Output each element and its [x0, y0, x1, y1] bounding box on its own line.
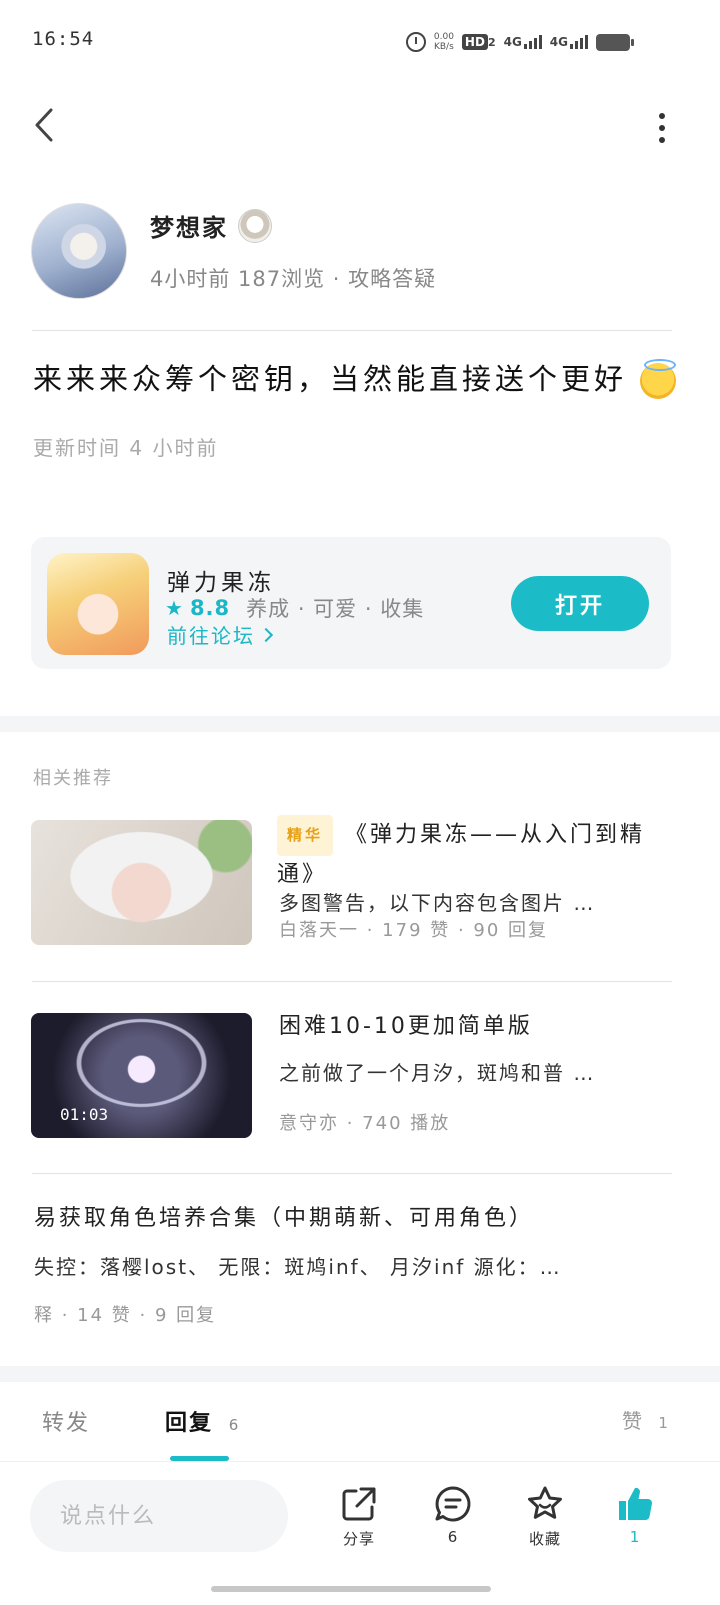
more-options-button[interactable] [650, 108, 674, 148]
favorite-button[interactable]: 收藏 [510, 1484, 580, 1549]
author-avatar[interactable] [31, 203, 127, 299]
game-icon[interactable] [47, 553, 149, 655]
comment-count: 6 [447, 1528, 459, 1546]
divider [32, 981, 672, 982]
home-indicator[interactable] [211, 1586, 491, 1592]
recommendation-snippet[interactable]: 之前做了一个月汐，斑鸠和普 … [279, 1057, 659, 1086]
author-badge-icon [238, 208, 272, 243]
post-title-text: 来来来众筹个密钥，当然能直接送个更好 [33, 362, 628, 396]
signal-icon-2: 4G [550, 35, 588, 49]
star-outline-icon [528, 1486, 562, 1519]
game-rating: ★ 8.8 养成 · 可爱 · 收集 [165, 593, 424, 623]
tab-reply-label[interactable]: 回复 [165, 1411, 213, 1436]
post-title: 来来来众筹个密钥，当然能直接送个更好 [33, 356, 677, 399]
active-tab-indicator [170, 1456, 229, 1461]
signal-bars-2 [570, 35, 588, 49]
network-speed-value: 0.00 [433, 32, 454, 42]
comment-button[interactable]: 6 [418, 1484, 488, 1546]
network-type-2: 4G [549, 35, 568, 49]
like-count: 1 [629, 1528, 641, 1546]
section-separator [0, 716, 720, 732]
game-score: 8.8 [189, 596, 231, 620]
battery-icon [596, 33, 634, 51]
reply-tabs-bar [0, 1382, 720, 1462]
section-separator [0, 1366, 720, 1382]
more-dot-icon [659, 137, 665, 143]
game-tags: 养成 · 可爱 · 收集 [246, 597, 425, 621]
tab-reply[interactable]: 回复 6 [165, 1405, 240, 1437]
back-button[interactable] [24, 100, 64, 150]
reply-count: 6 [228, 1416, 241, 1434]
author-name[interactable]: 梦想家 [150, 208, 228, 243]
star-icon: ★ [165, 596, 184, 620]
tab-like-label[interactable]: 赞 [622, 1409, 644, 1433]
signal-icon: 4G [504, 35, 542, 49]
recommendation-meta: 释 · 14 赞 · 9 回复 [34, 1305, 217, 1326]
network-type: 4G [503, 35, 522, 49]
signal-bars [523, 35, 542, 49]
forum-link-label[interactable]: 前往论坛 [167, 620, 255, 649]
favorite-label: 收藏 [528, 1530, 561, 1548]
recommendation-snippet[interactable]: 多图警告，以下内容包含图片 … [279, 887, 659, 916]
share-label: 分享 [342, 1530, 375, 1548]
author-name-row[interactable]: 梦想家 [150, 208, 272, 243]
hd-sub: 2 [487, 36, 496, 49]
chevron-right-icon [258, 627, 274, 642]
share-button[interactable]: 分享 [324, 1484, 394, 1549]
thumbs-up-icon [619, 1487, 653, 1521]
comment-input[interactable] [30, 1480, 288, 1552]
update-time: 更新时间 4 小时前 [33, 436, 219, 460]
recommendation-title[interactable]: 易获取角色培养合集（中期萌新、可用角色） [34, 1200, 664, 1237]
status-time: 16:54 [32, 28, 95, 50]
hd-label: HD [461, 34, 488, 50]
game-name[interactable]: 弹力果冻 [167, 563, 275, 597]
like-tab-count: 1 [658, 1414, 670, 1432]
recommendation-thumbnail[interactable] [31, 820, 252, 945]
network-speed-unit: KB/s [433, 42, 454, 52]
chevron-left-icon [35, 108, 53, 142]
recommendation-title[interactable]: 精华 《弹力果冻——从入门到精通》 [277, 815, 657, 893]
more-dot-icon [659, 125, 665, 131]
recommendation-meta: 白落天一 · 179 赞 · 90 回复 [279, 920, 549, 941]
like-button[interactable]: 1 [600, 1484, 670, 1546]
open-game-button[interactable]: 打开 [511, 576, 649, 631]
divider [32, 330, 672, 331]
more-dot-icon [659, 113, 665, 119]
essence-tag: 精华 [277, 815, 334, 856]
recommendation-title[interactable]: 困难10-10更加简单版 [279, 1008, 659, 1045]
video-duration: 01:03 [60, 1105, 109, 1124]
forum-link[interactable]: 前往论坛 [167, 620, 274, 649]
hd-icon: HD 2 [461, 34, 496, 50]
post-meta: 4小时前 187浏览 · 攻略答疑 [150, 267, 437, 291]
network-speed: 0.00 KB/s [434, 32, 454, 52]
recommendations-heading: 相关推荐 [33, 768, 113, 789]
alarm-icon [405, 32, 426, 52]
tab-forward[interactable]: 转发 [42, 1405, 90, 1437]
share-icon [342, 1487, 376, 1521]
recommendation-meta: 意守亦 · 740 播放 [279, 1113, 451, 1134]
divider [32, 1173, 672, 1174]
recommendation-snippet[interactable]: 失控：落樱lost、 无限：斑鸠inf、 月汐inf 源化：… [34, 1251, 654, 1280]
comment-icon [435, 1486, 471, 1522]
status-icons: 0.00 KB/s HD 2 4G 4G [405, 28, 634, 56]
angel-emoji-icon [640, 359, 677, 399]
tab-like[interactable]: 赞 1 [622, 1405, 670, 1434]
